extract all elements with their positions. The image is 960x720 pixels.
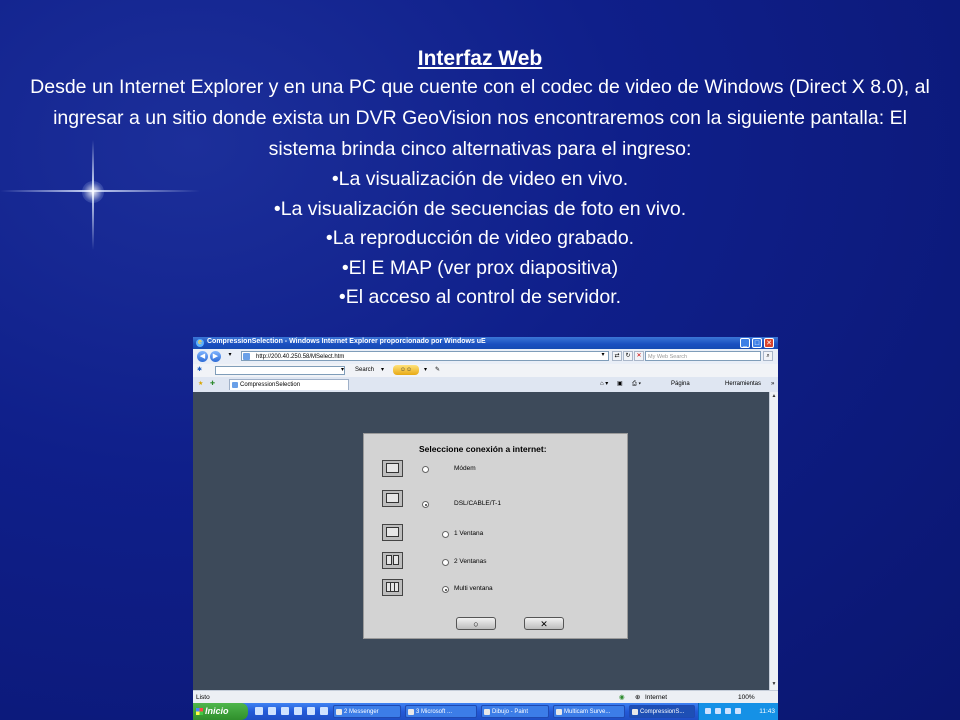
browser-screenshot: e CompressionSelection - Windows Interne… [193, 337, 778, 720]
tools-menu[interactable]: Herramientas [725, 380, 761, 389]
radio-1-ventana[interactable] [442, 531, 449, 538]
smiley-dropdown-icon[interactable]: ▾ [424, 366, 427, 375]
compat-icon[interactable]: ⇄ [612, 351, 622, 361]
back-button[interactable]: ◀ [197, 351, 208, 362]
task-multicam[interactable]: Multicam Surve... [553, 705, 625, 718]
tray-icon[interactable] [725, 708, 731, 714]
page-content: Seleccione conexión a internet: Módem DS… [193, 392, 769, 690]
slide-text: Interfaz Web Desde un Internet Explorer … [30, 46, 930, 313]
refresh-icon[interactable]: ↻ [623, 351, 633, 361]
option-label-modem: Módem [454, 465, 476, 472]
option-label-dsl: DSL/CABLE/T-1 [454, 500, 501, 507]
cancel-button[interactable]: ✕ [524, 617, 564, 630]
bullet-item: •La reproducción de video grabado. [325, 227, 635, 249]
start-label: Inicio [205, 706, 229, 716]
option-label-multi-ventana: Multi ventana [454, 585, 493, 592]
bullet-item: •La visualización de secuencias de foto … [273, 197, 687, 220]
toolbar-overflow-icon[interactable]: » [771, 380, 774, 389]
search-icon[interactable]: ⌕ [763, 351, 773, 361]
window-title: CompressionSelection - Windows Internet … [207, 338, 486, 345]
scroll-down-icon[interactable]: ▼ [771, 681, 777, 688]
toolbar-search-input[interactable] [215, 366, 345, 375]
system-tray: 11:43 [698, 703, 778, 720]
bullet-list: •La visualización de video en vivo. •La … [30, 165, 930, 313]
bullet-item: •El E MAP (ver prox diapositiva) [341, 256, 619, 279]
connection-dialog: Seleccione conexión a internet: Módem DS… [363, 433, 628, 639]
modem-icon [382, 460, 403, 477]
window-titlebar: e CompressionSelection - Windows Interne… [193, 337, 778, 349]
stop-icon[interactable]: ✕ [634, 351, 644, 361]
toolbar-dropdown-icon[interactable]: ▾ [341, 366, 344, 375]
status-bar: Listo ◉ ⊕ Internet 100% [193, 690, 778, 704]
print-icon[interactable]: ⎙ ▾ [632, 380, 641, 389]
task-microsoft[interactable]: 3 Microsoft ... [405, 705, 477, 718]
toolbar-logo-icon: ✱ [197, 367, 203, 373]
start-button[interactable]: Inicio [193, 703, 248, 720]
smiley-icon[interactable]: ☺☺ [393, 365, 419, 375]
quicklaunch-icon[interactable] [268, 707, 276, 715]
vertical-scrollbar[interactable]: ▲ ▼ [769, 392, 778, 690]
option-label-1-ventana: 1 Ventana [454, 530, 484, 537]
task-compression[interactable]: CompressionS... [629, 705, 695, 718]
search-toolbar: ✱ ▾ Search ▾ ☺☺ ▾ ✎ [193, 364, 778, 378]
quicklaunch-icon[interactable] [320, 707, 328, 715]
dialog-title: Seleccione conexión a internet: [419, 444, 547, 454]
bullet-item: •El acceso al control de servidor. [338, 286, 622, 308]
tray-icon[interactable] [715, 708, 721, 714]
close-button[interactable]: ✕ [764, 338, 774, 348]
ok-button[interactable]: ○ [456, 617, 496, 630]
slide-title: Interfaz Web [417, 47, 543, 70]
address-dropdown-icon[interactable]: ▾ [598, 351, 608, 361]
search-input[interactable]: My Web Search [645, 351, 761, 361]
dsl-icon [382, 490, 403, 507]
history-dropdown-icon[interactable]: ▾ [225, 351, 235, 361]
option-label-2-ventanas: 2 Ventanas [454, 558, 487, 565]
tray-icon[interactable] [735, 708, 741, 714]
favorites-star-icon[interactable]: ★ [198, 380, 203, 389]
tab-bar: ★ ✚ CompressionSelection ⌂ ▾ ▣ ⎙ ▾ Págin… [193, 377, 778, 393]
ie-logo-icon: e [196, 339, 204, 347]
tab-compression-selection[interactable]: CompressionSelection [229, 379, 349, 390]
bullet-item: •La visualización de video en vivo. [331, 168, 629, 190]
task-messenger[interactable]: 2 Messenger [333, 705, 401, 718]
quicklaunch-icon[interactable] [281, 707, 289, 715]
address-input[interactable]: http://200.40.250.58/MSelect.htm [241, 351, 609, 361]
scroll-up-icon[interactable]: ▲ [771, 393, 777, 400]
taskbar: Inicio 2 Messenger 3 Microsoft ... Dibuj… [193, 703, 778, 720]
quicklaunch-icon[interactable] [307, 707, 315, 715]
multi-window-icon [382, 579, 403, 596]
page-menu[interactable]: Página [671, 380, 690, 389]
feeds-icon[interactable]: ▣ [617, 380, 623, 389]
radio-multi-ventana[interactable] [442, 586, 449, 593]
windows-flag-icon [196, 708, 203, 715]
clock: 11:43 [759, 708, 775, 715]
tray-icon[interactable] [705, 708, 711, 714]
toolbar-search-label[interactable]: Search [355, 366, 374, 375]
address-bar: ◀ ▶ ▾ http://200.40.250.58/MSelect.htm ▾… [193, 349, 778, 365]
two-windows-icon [382, 552, 403, 569]
radio-modem[interactable] [422, 466, 429, 473]
page-icon [243, 353, 250, 360]
home-icon[interactable]: ⌂ ▾ [600, 380, 608, 389]
radio-dsl[interactable] [422, 501, 429, 508]
task-paint[interactable]: Dibujo - Paint [481, 705, 549, 718]
slide-paragraph: Desde un Internet Explorer y en una PC q… [30, 76, 930, 160]
radio-2-ventanas[interactable] [442, 559, 449, 566]
quicklaunch-icon[interactable] [255, 707, 263, 715]
single-window-icon [382, 524, 403, 541]
toolbar-search-dropdown-icon[interactable]: ▾ [381, 366, 384, 375]
minimize-button[interactable]: _ [740, 338, 750, 348]
pencil-icon[interactable]: ✎ [435, 366, 440, 375]
forward-button[interactable]: ▶ [210, 351, 221, 362]
maximize-button[interactable]: □ [752, 338, 762, 348]
quicklaunch-icon[interactable] [294, 707, 302, 715]
add-favorite-icon[interactable]: ✚ [210, 380, 215, 389]
